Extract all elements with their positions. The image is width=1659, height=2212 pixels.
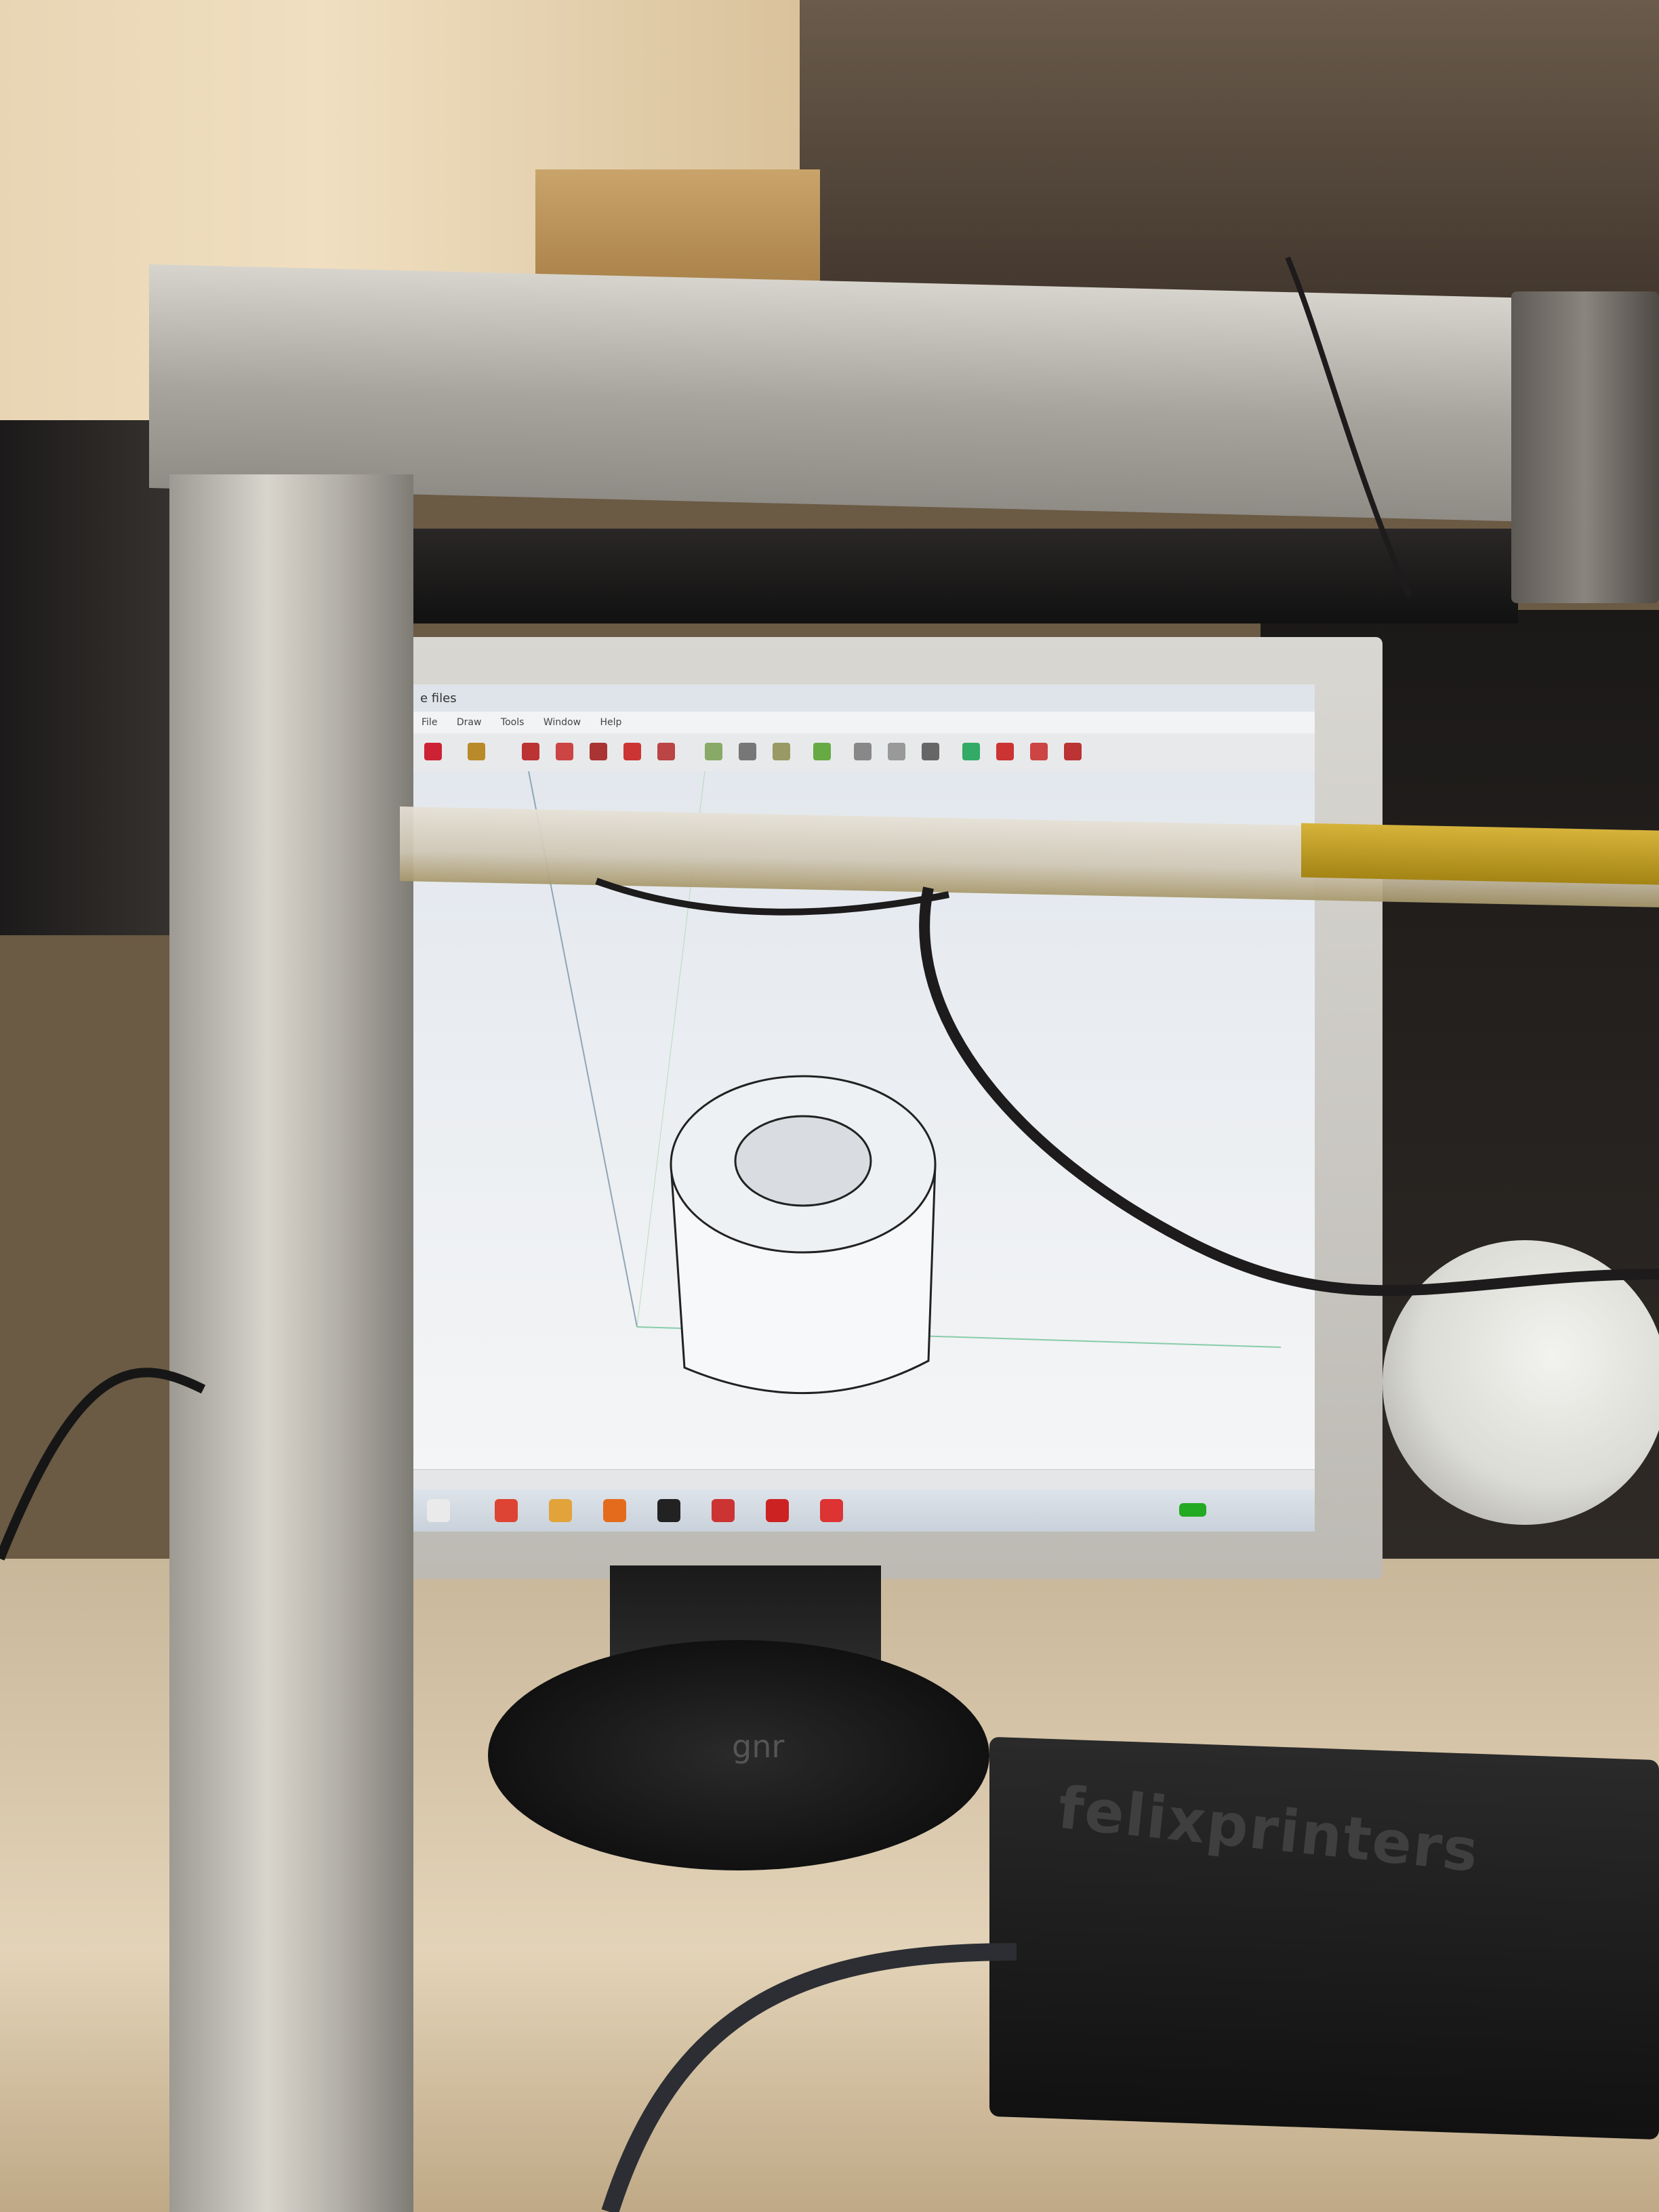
cables (0, 256, 1659, 2212)
hotend-cable (919, 886, 1659, 1296)
bed-cable (595, 878, 949, 916)
usb-cable (601, 1943, 1017, 2212)
desk-cable (0, 1368, 206, 1561)
motor-cable (1285, 256, 1412, 598)
